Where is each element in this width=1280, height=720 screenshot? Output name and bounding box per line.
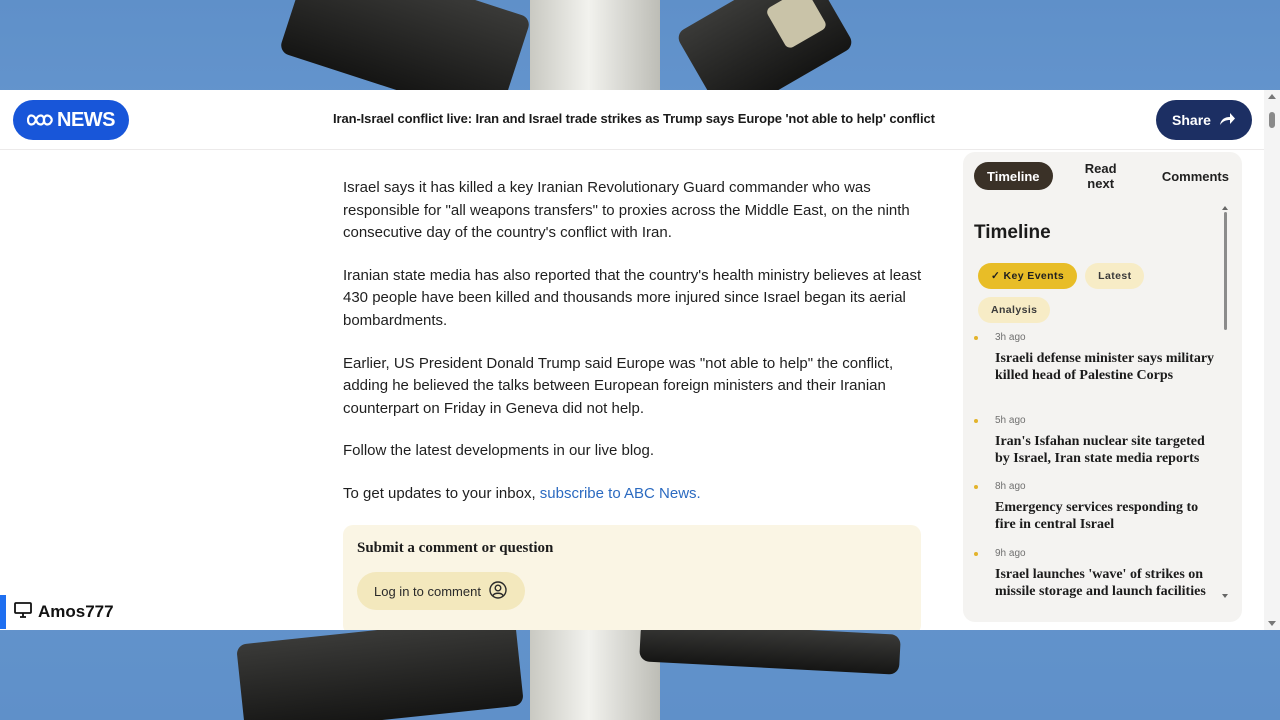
timeline-event[interactable]: 3h ago Israeli defense minister says mil…	[974, 332, 1219, 415]
comment-box: Submit a comment or question Log in to c…	[343, 525, 921, 630]
tab-read-next[interactable]: Read next	[1059, 161, 1143, 191]
scroll-thumb[interactable]	[1224, 212, 1227, 330]
event-title[interactable]: Israel launches 'wave' of strikes on mis…	[995, 567, 1219, 600]
login-label: Log in to comment	[374, 583, 481, 599]
timeline-filters: ✓ Key Events Latest Analysis	[978, 263, 1208, 323]
login-to-comment-button[interactable]: Log in to comment	[357, 572, 525, 610]
article-paragraph: Earlier, US President Donald Trump said …	[343, 354, 894, 417]
updates-prefix: To get updates to your inbox,	[343, 484, 540, 502]
event-title[interactable]: Emergency services responding to fire in…	[995, 500, 1219, 533]
event-time: 5h ago	[995, 415, 1026, 426]
article-paragraph: Israel says it has killed a key Iranian …	[343, 179, 910, 242]
site-header: NEWS Iran-Israel conflict live: Iran and…	[0, 90, 1264, 150]
scroll-down-icon[interactable]	[1268, 621, 1276, 626]
sidebar-tabs: Timeline Read next Comments	[974, 161, 1242, 191]
timeline-events: 3h ago Israeli defense minister says mil…	[974, 332, 1219, 614]
article-page: NEWS Iran-Israel conflict live: Iran and…	[0, 90, 1280, 630]
timeline-event[interactable]: 8h ago Emergency services responding to …	[974, 481, 1219, 548]
event-time: 3h ago	[995, 332, 1026, 343]
share-label: Share	[1172, 112, 1211, 128]
event-dot-icon	[974, 336, 978, 340]
page-scrollbar[interactable]	[1264, 90, 1280, 630]
scroll-down-icon[interactable]	[1222, 594, 1228, 598]
comment-title: Submit a comment or question	[357, 540, 554, 556]
article-paragraph: To get updates to your inbox, subscribe …	[343, 483, 923, 506]
watermark-username: Amos777	[38, 602, 114, 621]
event-title[interactable]: Israeli defense minister says military k…	[995, 351, 1219, 384]
filter-latest[interactable]: Latest	[1085, 263, 1145, 289]
sidebar-scrollbar[interactable]	[1222, 206, 1228, 606]
abc-news-logo[interactable]: NEWS	[13, 100, 129, 140]
share-button[interactable]: Share	[1156, 100, 1252, 140]
streamer-watermark: Amos777	[0, 595, 128, 629]
timeline-event[interactable]: 5h ago Iran's Isfahan nuclear site targe…	[974, 415, 1219, 481]
timeline-title: Timeline	[974, 222, 1051, 243]
background-camera	[236, 615, 524, 720]
event-time: 8h ago	[995, 481, 1026, 492]
scroll-thumb[interactable]	[1269, 112, 1275, 128]
abc-logo-icon	[27, 111, 53, 129]
share-arrow-icon	[1219, 112, 1236, 129]
scroll-up-icon[interactable]	[1268, 94, 1276, 99]
article-paragraph: Follow the latest developments in our li…	[343, 442, 655, 460]
scroll-up-icon[interactable]	[1222, 206, 1228, 210]
event-time: 9h ago	[995, 548, 1026, 559]
timeline-sidebar: Timeline Read next Comments Timeline ✓ K…	[963, 152, 1242, 622]
filter-key-events[interactable]: ✓ Key Events	[978, 263, 1078, 289]
monitor-icon	[14, 601, 32, 623]
event-dot-icon	[974, 419, 978, 423]
article-paragraph: Iranian state media has also reported th…	[343, 266, 922, 329]
timeline-event[interactable]: 9h ago Israel launches 'wave' of strikes…	[974, 548, 1219, 614]
event-dot-icon	[974, 485, 978, 489]
subscribe-link[interactable]: subscribe to ABC News.	[540, 485, 701, 502]
article-body: Israel says it has killed a key Iranian …	[343, 177, 923, 526]
user-icon	[489, 580, 507, 602]
filter-analysis[interactable]: Analysis	[978, 297, 1051, 323]
tab-comments[interactable]: Comments	[1149, 162, 1242, 190]
event-dot-icon	[974, 552, 978, 556]
tab-timeline[interactable]: Timeline	[974, 162, 1053, 190]
page-title: Iran-Israel conflict live: Iran and Isra…	[333, 111, 935, 126]
logo-text: NEWS	[57, 108, 116, 131]
event-title[interactable]: Iran's Isfahan nuclear site targeted by …	[995, 434, 1219, 467]
